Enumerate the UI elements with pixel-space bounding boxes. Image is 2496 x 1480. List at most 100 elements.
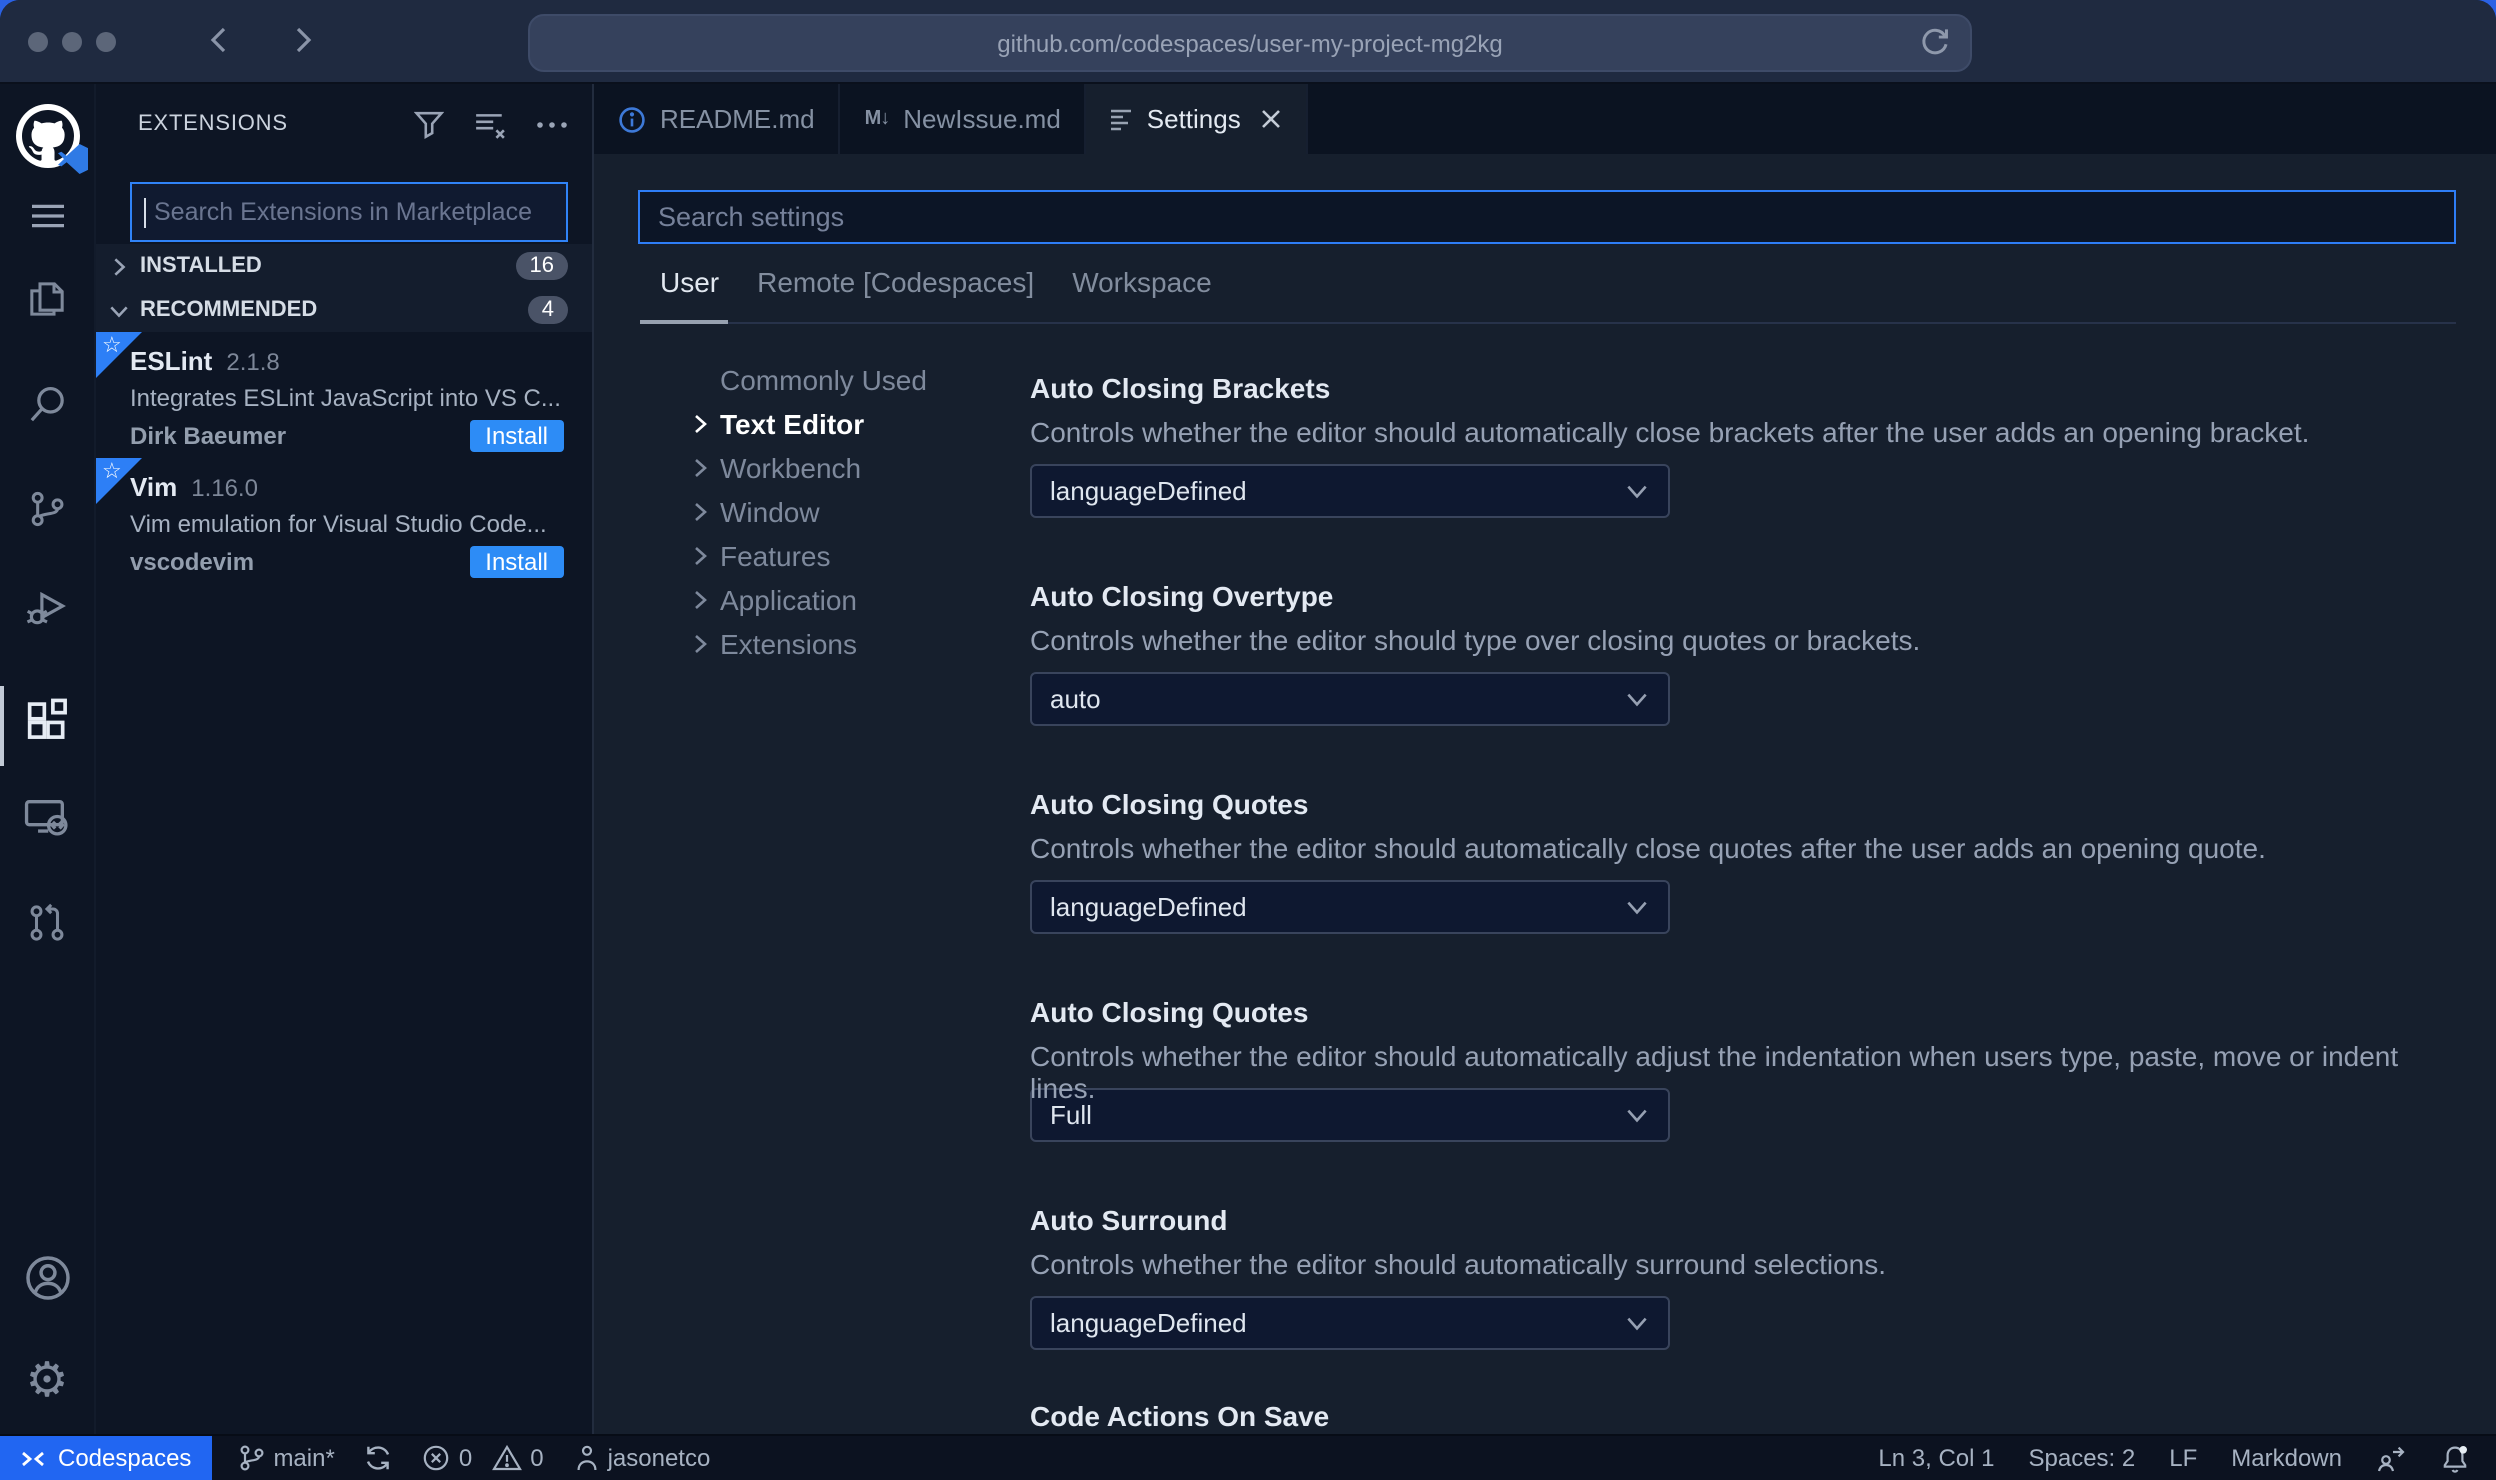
branch-icon	[239, 1445, 263, 1471]
language-mode[interactable]: Markdown	[2231, 1444, 2342, 1472]
installed-section-header[interactable]: INSTALLED 16	[96, 244, 592, 288]
setting-description: Controls whether the editor should autom…	[1030, 1040, 2399, 1104]
setting-description: Controls whether the editor should type …	[1030, 624, 1921, 656]
user-name: jasonetco	[607, 1444, 711, 1472]
chevron-right-icon	[688, 456, 712, 480]
feedback-icon[interactable]	[2376, 1444, 2406, 1472]
github-logo[interactable]	[0, 102, 94, 174]
chevron-down-icon	[1624, 1102, 1650, 1128]
extension-publisher: Dirk Baeumer	[130, 422, 287, 450]
setting-title: Auto Closing Overtype	[1030, 580, 1334, 612]
eol-sequence[interactable]: LF	[2169, 1444, 2197, 1472]
toc-item-text-editor[interactable]: Text Editor	[688, 402, 1048, 446]
install-button[interactable]: Install	[469, 420, 564, 452]
indentation[interactable]: Spaces: 2	[2029, 1444, 2136, 1472]
dropdown-value: languageDefined	[1050, 476, 1247, 506]
toc-item-commonly-used[interactable]: Commonly Used	[688, 358, 1048, 402]
account-icon[interactable]	[0, 1244, 94, 1312]
close-icon[interactable]	[1261, 108, 1283, 130]
remote-icon	[22, 1450, 44, 1466]
settings-search-input[interactable]	[640, 202, 2454, 232]
dropdown-value: Full	[1050, 1100, 1092, 1130]
setting-row-auto-surround: Auto Surround Controls whether the edito…	[1030, 1204, 2430, 1350]
cursor-position[interactable]: Ln 3, Col 1	[1878, 1444, 1994, 1472]
status-bar: Codespaces main* 0 0 jasonetco Ln 3, Col…	[0, 1434, 2496, 1480]
activity-bar: ⚙	[0, 84, 96, 1434]
codespaces-label: Codespaces	[58, 1444, 192, 1472]
reload-icon[interactable]	[1918, 26, 1952, 60]
chevron-right-icon	[688, 632, 712, 656]
toc-item-window[interactable]: Window	[688, 490, 1048, 534]
dropdown-value: languageDefined	[1050, 892, 1247, 922]
sync-button[interactable]	[365, 1444, 393, 1472]
chevron-down-icon	[1624, 1310, 1650, 1336]
scope-tab-remote[interactable]: Remote [Codespaces]	[757, 266, 1034, 298]
extension-row-vim[interactable]: ☆ Vim 1.16.0 Vim emulation for Visual St…	[96, 458, 592, 584]
window-close-button[interactable]	[28, 32, 48, 52]
tab-label: Settings	[1146, 104, 1241, 134]
user-button[interactable]: jasonetco	[574, 1444, 711, 1472]
settings-gear-icon[interactable]: ⚙	[0, 1348, 94, 1416]
tab-readme[interactable]: README.md	[594, 84, 841, 154]
source-control-icon[interactable]	[0, 474, 94, 542]
menu-icon[interactable]	[0, 182, 94, 250]
setting-dropdown[interactable]: languageDefined	[1030, 464, 1670, 518]
setting-description: Controls whether the editor should autom…	[1030, 832, 2266, 864]
problems-button[interactable]: 0 0	[423, 1444, 544, 1472]
recommended-count-badge: 4	[527, 296, 568, 324]
remote-explorer-icon[interactable]	[0, 782, 94, 850]
extension-row-eslint[interactable]: ☆ ESLint 2.1.8 Integrates ESLint JavaScr…	[96, 332, 592, 458]
filter-icon[interactable]	[414, 109, 444, 139]
extension-name: ESLint	[130, 346, 213, 376]
forward-icon[interactable]	[286, 24, 318, 56]
extensions-sidebar: EXTENSIONS Search Extensions in Marketpl…	[96, 84, 594, 1434]
branch-button[interactable]: main*	[237, 1444, 335, 1472]
error-count: 0	[458, 1444, 473, 1472]
setting-row-auto-closing-quotes: Auto Closing Quotes Controls whether the…	[1030, 788, 2430, 934]
toc-item-extensions[interactable]: Extensions	[688, 622, 1048, 666]
more-actions-icon[interactable]	[536, 119, 568, 129]
toc-item-application[interactable]: Application	[688, 578, 1048, 622]
setting-dropdown[interactable]: auto	[1030, 672, 1670, 726]
installed-count-badge: 16	[515, 252, 568, 280]
extension-search-input[interactable]	[146, 198, 566, 226]
back-icon[interactable]	[204, 24, 236, 56]
codespaces-remote-button[interactable]: Codespaces	[0, 1436, 212, 1480]
clear-extension-search-icon[interactable]	[474, 109, 506, 139]
chevron-right-icon	[688, 588, 712, 612]
setting-dropdown[interactable]: languageDefined	[1030, 1296, 1670, 1350]
toc-item-features[interactable]: Features	[688, 534, 1048, 578]
recommended-section-header[interactable]: RECOMMENDED 4	[96, 288, 592, 332]
address-bar[interactable]: github.com/codespaces/user-my-project-mg…	[528, 14, 1972, 72]
scope-tab-user[interactable]: User	[660, 266, 719, 298]
explorer-icon[interactable]	[0, 264, 94, 332]
branch-name: main*	[273, 1444, 335, 1472]
setting-title: Auto Closing Quotes	[1030, 996, 1309, 1028]
install-button[interactable]: Install	[469, 546, 564, 578]
vscode-logo	[57, 144, 87, 174]
setting-dropdown[interactable]: languageDefined	[1030, 880, 1670, 934]
setting-description: Controls whether the editor should autom…	[1030, 1248, 1887, 1280]
setting-title: Auto Closing Quotes	[1030, 788, 1309, 820]
warnings-icon	[492, 1444, 523, 1471]
notifications-bell-icon[interactable]	[2440, 1443, 2470, 1473]
tab-newissue[interactable]: M↓ NewIssue.md	[841, 84, 1087, 154]
settings-scope-tabs: User Remote [Codespaces] Workspace	[660, 266, 1212, 298]
scope-tab-workspace[interactable]: Workspace	[1072, 266, 1212, 298]
extensions-icon[interactable]	[0, 686, 94, 754]
pull-requests-icon[interactable]	[0, 888, 94, 956]
search-icon[interactable]	[0, 370, 94, 438]
markdown-icon: M↓	[864, 108, 891, 130]
setting-title: Code Actions On Save	[1030, 1400, 1330, 1432]
tab-label: README.md	[660, 104, 815, 134]
run-debug-icon[interactable]	[0, 574, 94, 642]
window-zoom-button[interactable]	[96, 32, 116, 52]
setting-title: Auto Surround	[1030, 1204, 1228, 1236]
tab-settings[interactable]: Settings	[1086, 84, 1309, 154]
chevron-right-icon	[688, 500, 712, 524]
dropdown-value: auto	[1050, 684, 1101, 714]
extension-search-box	[130, 182, 568, 242]
window-minimize-button[interactable]	[62, 32, 82, 52]
setting-dropdown[interactable]: Full	[1030, 1088, 1670, 1142]
toc-item-workbench[interactable]: Workbench	[688, 446, 1048, 490]
